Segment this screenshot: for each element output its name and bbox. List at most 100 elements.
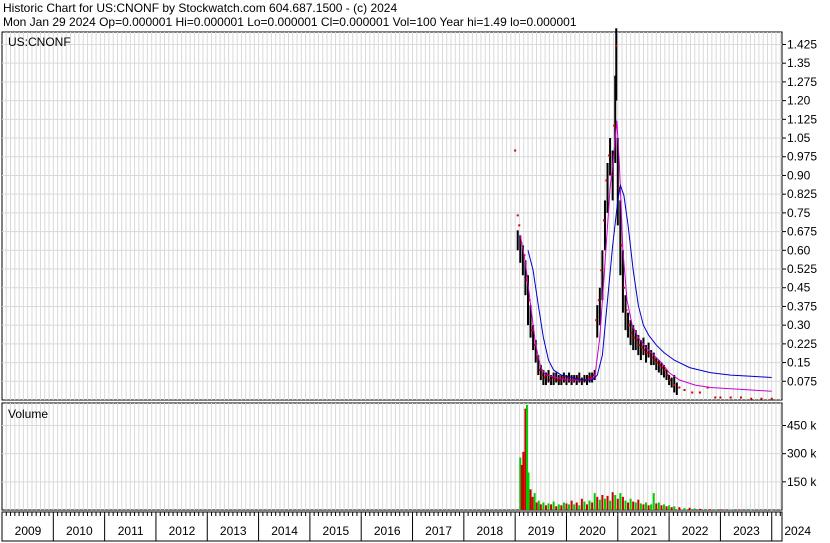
volume-bar [693, 508, 696, 510]
volume-bar [704, 509, 707, 510]
volume-bar [539, 504, 542, 510]
volume-tick-label: 450 k [787, 419, 817, 433]
price-y-axis: 1.425 1.35 1.275 1.20 1.125 1.05 0.975 0.90 0.82… [782, 37, 817, 388]
volume-bar [627, 502, 630, 510]
volume-y-axis: 450 k 300 k 150 k [782, 419, 817, 489]
volume-bar [619, 493, 622, 510]
close-point [640, 346, 643, 349]
price-tick-label: 0.75 [787, 206, 811, 220]
volume-bar [593, 493, 596, 510]
price-tick-label: 1.20 [787, 94, 811, 108]
price-panel-label: US:CNONF [8, 35, 71, 49]
stock-chart: 1.425 1.35 1.275 1.20 1.125 1.05 0.975 0.90 0.82… [1, 28, 817, 542]
close-point [714, 396, 717, 399]
close-point [664, 369, 666, 372]
price-tick-label: 0.15 [787, 356, 811, 370]
volume-bar [642, 504, 645, 510]
close-point [661, 366, 664, 369]
volume-bar [588, 500, 591, 510]
volume-bar [560, 505, 563, 510]
close-point [595, 319, 598, 322]
year-label: 2010 [66, 524, 93, 538]
volume-bar [575, 502, 578, 510]
volume-bar [533, 493, 536, 510]
close-point [540, 374, 543, 377]
volume-bar [657, 502, 660, 510]
volume-bar [614, 494, 617, 510]
year-label: 2022 [682, 524, 709, 538]
volume-panel: 450 k 300 k 150 k Volume [1, 402, 817, 511]
volume-bar [522, 451, 525, 510]
volume-bar [591, 502, 594, 510]
volume-bar [544, 505, 547, 510]
price-tick-label: 0.075 [787, 374, 817, 388]
volume-bar [639, 503, 642, 510]
volume-bar [645, 502, 648, 510]
volume-bar [647, 505, 650, 510]
close-point [577, 376, 580, 379]
year-label: 2023 [733, 524, 760, 538]
volume-bar [598, 499, 601, 510]
volume-bar [537, 500, 540, 510]
volume-bar [670, 507, 673, 510]
close-point [651, 356, 654, 359]
volume-bar [739, 509, 742, 511]
volume-bar [634, 502, 637, 510]
volume-bar [637, 499, 640, 510]
close-point [561, 376, 564, 379]
year-label: 2019 [528, 524, 555, 538]
volume-bar [562, 502, 565, 510]
volume-panel-label: Volume [8, 407, 48, 421]
year-axis: 2009 2010 2011 2012 2013 2014 2015 2016 2017 2018… [1, 511, 811, 542]
price-tick-label: 1.05 [787, 131, 811, 145]
volume-bar [580, 498, 583, 510]
volume-bar [535, 502, 538, 510]
close-point [678, 386, 681, 389]
volume-bar [714, 509, 717, 510]
volume-bar [557, 504, 560, 510]
volume-bar [652, 493, 655, 510]
volume-bar [583, 501, 586, 510]
close-point [600, 269, 603, 272]
close-point [597, 299, 600, 302]
price-tick-label: 0.375 [787, 299, 817, 313]
volume-bar [760, 509, 763, 511]
year-label: 2014 [271, 524, 298, 538]
volume-bar [552, 501, 555, 510]
close-point [516, 214, 519, 217]
close-point [770, 397, 773, 400]
year-label: 2018 [476, 524, 503, 538]
close-point [666, 374, 669, 377]
volume-bar [611, 492, 614, 510]
volume-bar [601, 494, 604, 510]
price-tick-label: 1.275 [787, 75, 817, 89]
year-label: 2021 [630, 524, 657, 538]
volume-bar [527, 472, 530, 510]
year-label: 2012 [169, 524, 196, 538]
volume-bar [683, 508, 686, 510]
close-point [750, 397, 753, 400]
volume-bar [606, 495, 609, 510]
price-panel: 1.425 1.35 1.275 1.20 1.125 1.05 0.975 0.90 0.82… [1, 28, 817, 401]
volume-bar [565, 503, 568, 510]
close-point [556, 379, 559, 382]
close-point [635, 339, 638, 342]
volume-bar [573, 504, 576, 510]
close-point [760, 397, 763, 400]
volume-bar [568, 504, 571, 510]
volume-bar [662, 504, 665, 510]
close-point [673, 384, 676, 387]
close-point [613, 124, 616, 127]
price-tick-label: 0.525 [787, 262, 817, 276]
year-label: 2015 [323, 524, 350, 538]
close-point [559, 379, 562, 382]
close-point [633, 336, 636, 339]
close-point [656, 361, 659, 364]
close-point [630, 331, 633, 334]
volume-bar [629, 498, 632, 510]
price-tick-label: 0.225 [787, 337, 817, 351]
close-point [646, 351, 649, 354]
volume-bar [586, 504, 588, 510]
price-tick-label: 1.425 [787, 37, 817, 51]
year-label: 2020 [579, 524, 606, 538]
